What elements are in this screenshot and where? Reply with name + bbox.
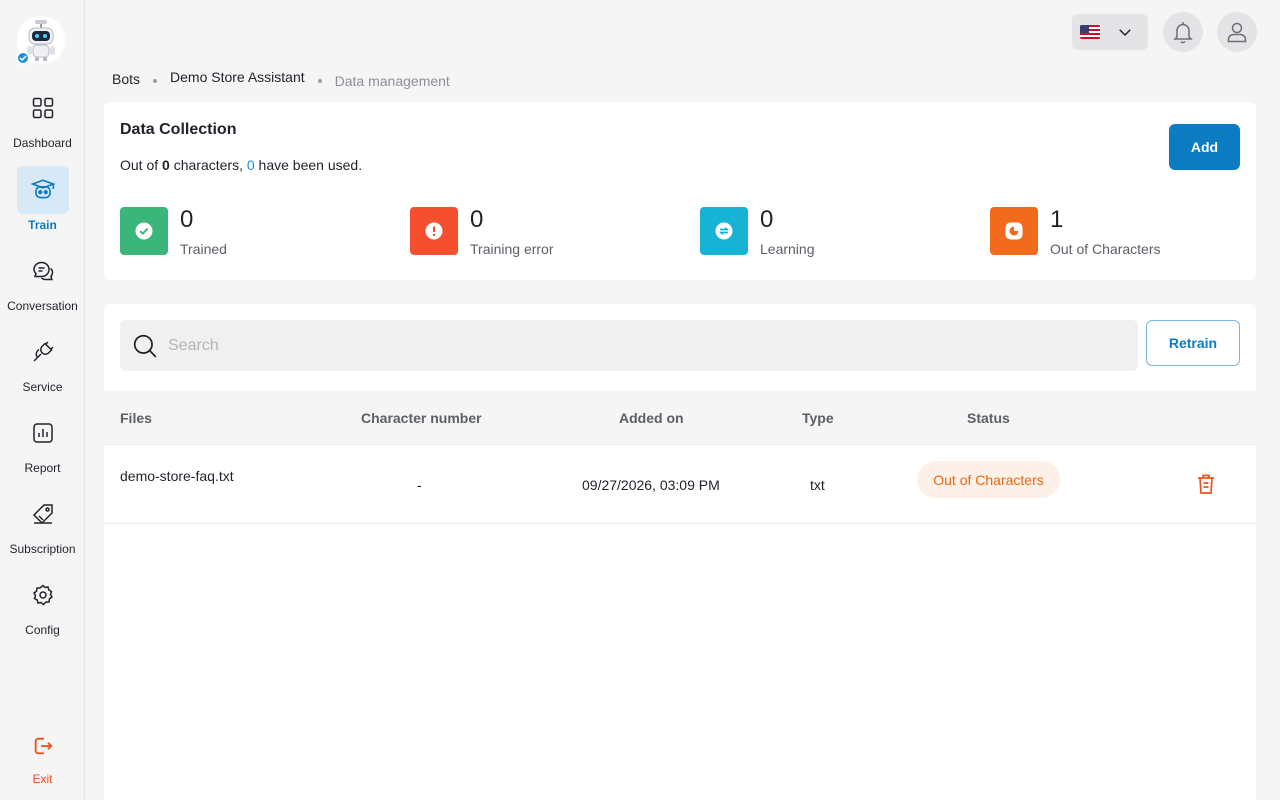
stat-out-of-characters: 1 Out of Characters <box>990 207 1161 257</box>
section-title: Data Collection <box>120 121 237 138</box>
pie-chart-icon <box>990 207 1038 255</box>
sidebar-item-exit[interactable]: Exit <box>0 724 85 786</box>
stat-trained: 0 Trained <box>120 207 227 257</box>
stat-training-error: 0 Training error <box>410 207 554 257</box>
column-header-files: Files <box>120 410 152 426</box>
sidebar-item-label: Subscription <box>9 542 76 556</box>
language-selector[interactable] <box>1072 14 1148 50</box>
stat-value: 0 <box>180 206 194 233</box>
stat-label: Training error <box>470 241 554 257</box>
chevron-down-icon <box>1119 29 1131 37</box>
data-collection-card: Data Collection Out of 0 characters, 0 h… <box>104 102 1256 280</box>
service-icon <box>17 328 69 376</box>
sidebar-item-label: Dashboard <box>13 136 72 150</box>
train-icon <box>16 166 69 214</box>
retrain-button[interactable]: Retrain <box>1146 320 1240 366</box>
add-button[interactable]: Add <box>1169 124 1240 170</box>
table-row[interactable]: demo-store-faq.txt - 09/27/2026, 03:09 P… <box>104 445 1256 524</box>
usage-middle: characters, <box>173 157 243 173</box>
user-menu-button[interactable] <box>1217 12 1257 52</box>
sidebar-item-label: Conversation <box>7 299 78 313</box>
exit-label: Exit <box>32 772 53 786</box>
breadcrumb-separator <box>317 79 322 83</box>
sidebar-item-dashboard[interactable]: Dashboard <box>0 84 85 150</box>
stat-value: 0 <box>470 206 484 233</box>
search-icon <box>133 334 157 357</box>
breadcrumb-item-bot[interactable]: Demo Store Assistant <box>170 69 305 85</box>
stat-learning: 0 Learning <box>700 207 815 257</box>
check-circle-icon <box>120 207 168 255</box>
trash-icon <box>1198 474 1214 494</box>
verified-badge-icon <box>16 51 30 65</box>
status-badge: Out of Characters <box>917 461 1060 498</box>
search-box <box>120 320 1138 371</box>
us-flag-icon <box>1080 25 1100 39</box>
total-characters: 0 <box>162 157 170 173</box>
stat-label: Trained <box>180 241 227 257</box>
usage-summary: Out of 0 characters, 0 have been used. <box>120 157 362 173</box>
sidebar: Dashboard Train Conversation Service Rep… <box>0 0 85 800</box>
alert-circle-icon <box>410 207 458 255</box>
column-header-type: Type <box>802 410 834 426</box>
subscription-icon <box>17 490 69 538</box>
column-header-character-number: Character number <box>361 410 482 426</box>
usage-suffix: have been used. <box>258 157 363 173</box>
user-icon <box>1227 22 1247 43</box>
sidebar-item-label: Service <box>22 380 63 394</box>
character-number: - <box>417 477 422 493</box>
table-header: Files Character number Added on Type Sta… <box>104 391 1256 445</box>
report-icon <box>17 409 69 457</box>
sidebar-item-label: Train <box>28 218 57 232</box>
conversation-icon <box>17 247 69 295</box>
stat-value: 1 <box>1050 206 1064 233</box>
usage-prefix: Out of <box>120 157 159 173</box>
sidebar-item-service[interactable]: Service <box>0 328 85 394</box>
files-card: Retrain Files Character number Added on … <box>104 304 1256 800</box>
stat-value: 0 <box>760 206 774 233</box>
search-input[interactable] <box>168 336 1068 355</box>
added-on: 09/27/2026, 03:09 PM <box>582 477 720 493</box>
file-name[interactable]: demo-store-faq.txt <box>120 468 234 484</box>
sidebar-item-label: Report <box>24 461 61 475</box>
sidebar-item-subscription[interactable]: Subscription <box>0 490 85 556</box>
notifications-button[interactable] <box>1163 12 1203 52</box>
sidebar-item-train[interactable]: Train <box>0 166 85 232</box>
breadcrumb: Bots Demo Store Assistant Data managemen… <box>112 69 450 89</box>
sidebar-item-label: Config <box>25 623 60 637</box>
sync-icon <box>700 207 748 255</box>
stat-label: Out of Characters <box>1050 241 1161 257</box>
exit-icon <box>17 724 69 768</box>
stat-label: Learning <box>760 241 815 257</box>
breadcrumb-separator <box>153 79 158 83</box>
breadcrumb-item-current: Data management <box>334 73 450 89</box>
dashboard-icon <box>17 84 69 132</box>
delete-button[interactable] <box>1194 472 1218 501</box>
config-icon <box>17 571 69 619</box>
column-header-status: Status <box>967 410 1010 426</box>
sidebar-item-report[interactable]: Report <box>0 409 85 475</box>
breadcrumb-item-bots[interactable]: Bots <box>112 71 140 87</box>
used-characters: 0 <box>246 157 255 173</box>
sidebar-item-config[interactable]: Config <box>0 571 85 637</box>
sidebar-item-conversation[interactable]: Conversation <box>0 247 85 313</box>
bell-icon <box>1173 22 1193 44</box>
file-type: txt <box>810 477 825 493</box>
column-header-added-on: Added on <box>619 410 684 426</box>
